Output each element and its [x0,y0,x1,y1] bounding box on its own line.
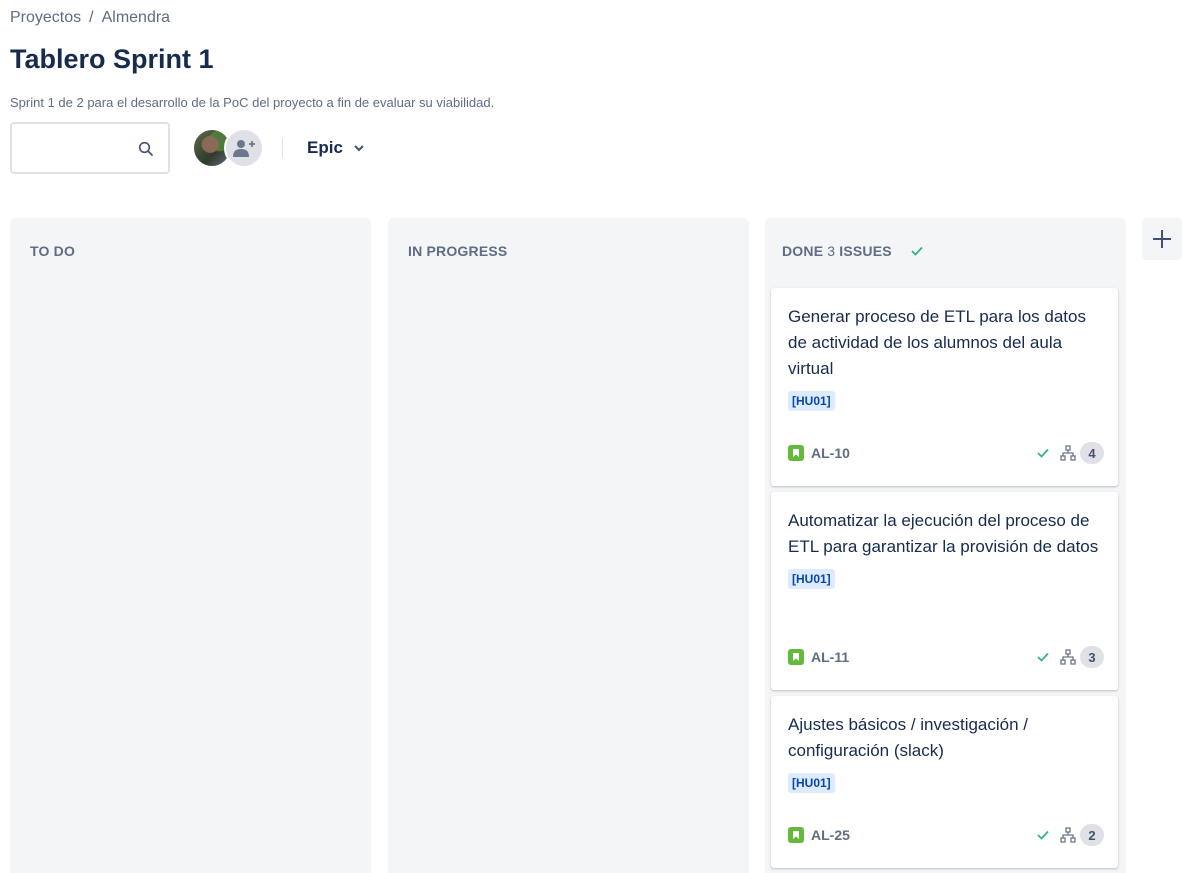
issue-card[interactable]: Generar proceso de ETL para los datos de… [771,288,1118,486]
check-icon [1037,448,1049,458]
card-footer: AL-25 2 [788,824,1104,846]
check-icon [911,246,923,256]
board-toolbar: Epic [10,122,365,174]
issue-card[interactable]: Ajustes básicos / investigación / config… [771,696,1118,868]
check-icon [1037,652,1049,662]
column-title: IN PROGRESS [408,243,508,259]
story-icon [788,445,804,461]
page-title: Tablero Sprint 1 [10,44,214,74]
sprint-description: Sprint 1 de 2 para el desarrollo de la P… [10,95,495,110]
card-meta: 3 [1036,646,1104,668]
story-icon [788,649,804,665]
column-title: TO DO [30,243,76,259]
issue-key: AL-11 [788,649,849,665]
epic-label[interactable]: [HU01] [788,773,835,793]
add-column-button[interactable] [1142,218,1182,260]
issue-key: AL-10 [788,445,850,461]
issue-key-text[interactable]: AL-25 [811,827,850,843]
column-header: IN PROGRESS [408,243,507,259]
search-icon[interactable] [138,141,154,157]
subtask-icon [1060,827,1076,843]
subtask-count-badge: 2 [1080,824,1104,846]
add-user-button[interactable] [224,128,264,168]
card-footer: AL-10 4 [788,442,1104,464]
subtask-count-badge: 3 [1080,646,1104,668]
card-title: Automatizar la ejecución del proceso de … [788,511,1099,556]
subtask-icon [1060,445,1076,461]
toolbar-divider [282,138,283,158]
story-icon [788,827,804,843]
breadcrumb-projects[interactable]: Proyectos [10,9,81,27]
issue-key-text[interactable]: AL-10 [811,445,850,461]
subtask-count-badge: 4 [1080,442,1104,464]
card-title: Ajustes básicos / investigación / config… [788,715,1029,760]
epic-filter-dropdown[interactable]: Epic [307,138,365,158]
epic-filter-label: Epic [307,138,343,157]
column-title: DONE [782,243,824,259]
epic-label[interactable]: [HU01] [788,569,835,589]
breadcrumb: Proyectos / Almendra [10,9,170,27]
check-icon [1037,830,1049,840]
column-header: DONE 3 ISSUES [782,243,924,259]
card-meta: 2 [1036,824,1104,846]
column-in-progress: IN PROGRESS [388,218,749,873]
search-box [10,122,170,174]
column-done: DONE 3 ISSUES Generar proceso de ETL par… [765,218,1126,873]
column-issue-count: 3 [827,243,836,259]
breadcrumb-separator: / [89,9,94,26]
column-todo: TO DO [10,218,371,873]
column-count-suffix: ISSUES [839,243,892,259]
board-page: Proyectos / Almendra Tablero Sprint 1 Sp… [0,0,1182,873]
chevron-down-icon [354,145,364,152]
issue-card[interactable]: Automatizar la ejecución del proceso de … [771,492,1118,690]
column-header: TO DO [30,243,75,259]
add-user-icon [233,140,255,157]
plus-icon [1153,230,1171,248]
issue-key: AL-25 [788,827,850,843]
issue-key-text[interactable]: AL-11 [811,649,849,665]
breadcrumb-project-almendra[interactable]: Almendra [102,9,170,27]
card-title: Generar proceso de ETL para los datos de… [788,307,1086,378]
subtask-icon [1060,649,1076,665]
search-input[interactable] [12,124,132,172]
epic-label[interactable]: [HU01] [788,391,835,411]
avatar-group [192,128,264,168]
card-footer: AL-11 3 [788,646,1104,668]
card-meta: 4 [1036,442,1104,464]
